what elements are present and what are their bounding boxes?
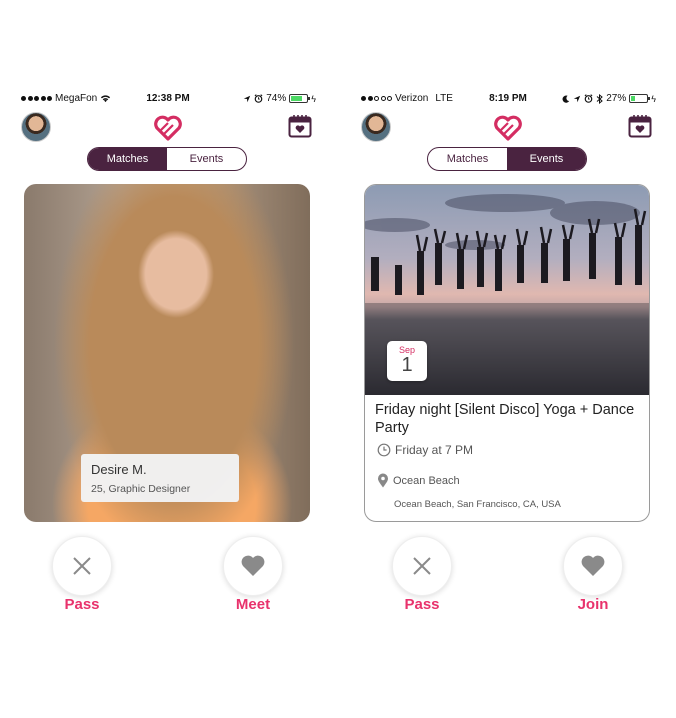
profile-avatar-button[interactable] [361, 112, 391, 142]
close-icon [73, 557, 91, 575]
status-bar: MegaFon 12:38 PM 74% ϟ [18, 93, 318, 107]
event-venue: Ocean Beach [393, 474, 460, 487]
nav-bar [358, 112, 658, 146]
profile-info-box: Desire M. 25, Graphic Designer [81, 454, 239, 502]
tab-events[interactable]: Events [167, 148, 246, 170]
alarm-icon [584, 94, 593, 103]
nav-bar [18, 112, 318, 146]
meet-label[interactable]: Meet [213, 596, 293, 613]
calendar-heart-icon[interactable] [628, 114, 652, 138]
calendar-heart-icon[interactable] [288, 114, 312, 138]
profile-name: Desire M. [91, 462, 147, 477]
moon-icon [562, 94, 570, 103]
event-date-badge: Sep 1 [387, 341, 427, 381]
pass-label[interactable]: Pass [382, 596, 462, 613]
event-card[interactable]: Sep 1 Friday night [Silent Disco] Yoga +… [364, 184, 650, 522]
tab-matches[interactable]: Matches [428, 148, 507, 170]
bluetooth-icon [596, 93, 603, 104]
meet-button[interactable] [223, 536, 283, 596]
close-icon [413, 557, 431, 575]
charging-bolt-icon: ϟ [651, 93, 656, 104]
join-button[interactable] [563, 536, 623, 596]
matches-events-toggle: Matches Events [87, 147, 247, 171]
events-screen: Verizon LTE 8:19 PM 27% ϟ Matches Events [358, 88, 658, 628]
match-card[interactable]: Desire M. 25, Graphic Designer [24, 184, 310, 522]
charging-bolt-icon: ϟ [311, 93, 316, 104]
location-arrow-icon [244, 95, 251, 102]
pass-label[interactable]: Pass [42, 596, 122, 613]
map-pin-icon [378, 473, 388, 488]
tab-events[interactable]: Events [507, 148, 586, 170]
location-arrow-icon [574, 95, 581, 102]
event-address: Ocean Beach, San Francisco, CA, USA [394, 499, 561, 510]
status-bar: Verizon LTE 8:19 PM 27% ϟ [358, 93, 658, 107]
heart-logo-icon [154, 115, 182, 141]
tab-matches[interactable]: Matches [88, 148, 167, 170]
event-title: Friday night [Silent Disco] Yoga + Dance… [375, 402, 635, 436]
battery-percent: 27% [606, 93, 627, 104]
join-label[interactable]: Join [553, 596, 633, 613]
alarm-icon [254, 94, 263, 103]
clock-icon [377, 443, 391, 457]
matches-screen: MegaFon 12:38 PM 74% ϟ Matches Events De… [18, 88, 318, 628]
battery-icon [289, 94, 311, 103]
matches-events-toggle: Matches Events [427, 147, 587, 171]
event-venue-row: Ocean Beach [377, 473, 460, 488]
pass-button[interactable] [392, 536, 452, 596]
battery-icon [629, 94, 651, 103]
profile-avatar-button[interactable] [21, 112, 51, 142]
heart-logo-icon [494, 115, 522, 141]
battery-percent: 74% [266, 93, 287, 104]
event-day: 1 [401, 354, 413, 376]
event-time: Friday at 7 PM [395, 443, 474, 457]
heart-icon [581, 555, 605, 576]
pass-button[interactable] [52, 536, 112, 596]
heart-icon [241, 555, 265, 576]
event-time-row: Friday at 7 PM [377, 443, 473, 457]
profile-details: 25, Graphic Designer [91, 483, 191, 495]
